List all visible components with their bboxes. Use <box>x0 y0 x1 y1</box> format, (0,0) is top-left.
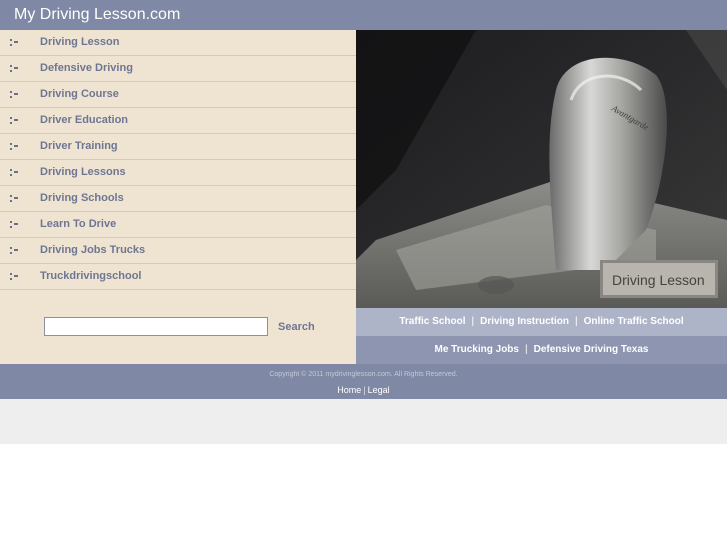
related-links-row2: Me Trucking Jobs | Defensive Driving Texas <box>356 336 727 364</box>
sidebar-item-label[interactable]: Driving Lessons <box>40 166 126 178</box>
link-separator: | <box>524 344 528 355</box>
sidebar-item-driving-lesson[interactable]: Driving Lesson <box>0 30 356 56</box>
sidebar-item-label[interactable]: Driving Lesson <box>40 36 119 48</box>
dot-grid-icon <box>10 65 18 72</box>
dot-grid-icon <box>10 221 18 228</box>
footer-separator: | <box>363 385 366 395</box>
sidebar-item-driving-lessons[interactable]: Driving Lessons <box>0 160 356 186</box>
search-input[interactable] <box>44 317 268 336</box>
sidebar-item-driver-training[interactable]: Driver Training <box>0 134 356 160</box>
bottom-band <box>0 399 727 444</box>
dot-grid-icon <box>10 195 18 202</box>
hero-caption-text: Driving Lesson <box>612 272 705 288</box>
sidebar-item-label[interactable]: Driving Schools <box>40 192 124 204</box>
link-online-traffic-school[interactable]: Online Traffic School <box>584 316 684 327</box>
hero-caption: Driving Lesson <box>600 260 718 298</box>
sidebar-item-driver-education[interactable]: Driver Education <box>0 108 356 134</box>
related-links-row1: Traffic School | Driving Instruction | Onlin… <box>356 308 727 336</box>
hero-image: Avantgarde Driving Lesson <box>356 30 727 308</box>
footer-link-legal[interactable]: Legal <box>368 385 390 395</box>
link-separator: | <box>471 316 475 327</box>
site-title[interactable]: My Driving Lesson.com <box>14 6 180 24</box>
sidebar-item-label[interactable]: Driving Course <box>40 88 119 100</box>
sidebar-item-learn-to-drive[interactable]: Learn To Drive <box>0 212 356 238</box>
dot-grid-icon <box>10 169 18 176</box>
footer-links: Home | Legal <box>0 385 727 395</box>
dot-grid-icon <box>10 247 18 254</box>
footer-link-home[interactable]: Home <box>337 385 361 395</box>
dot-grid-icon <box>10 117 18 124</box>
sidebar-item-label[interactable]: Driver Training <box>40 140 118 152</box>
link-traffic-school[interactable]: Traffic School <box>399 316 465 327</box>
dot-grid-icon <box>10 273 18 280</box>
sidebar: Driving Lesson Defensive Driving Driving… <box>0 30 356 364</box>
sidebar-item-label[interactable]: Defensive Driving <box>40 62 133 74</box>
dot-grid-icon <box>10 39 18 46</box>
sidebar-item-label[interactable]: Driving Jobs Trucks <box>40 244 145 256</box>
dot-grid-icon <box>10 91 18 98</box>
link-separator: | <box>575 316 578 327</box>
link-defensive-driving-texas[interactable]: Defensive Driving Texas <box>534 344 649 355</box>
sidebar-item-label[interactable]: Learn To Drive <box>40 218 116 230</box>
sidebar-item-label[interactable]: Driver Education <box>40 114 128 126</box>
dot-grid-icon <box>10 143 18 150</box>
sidebar-item-label[interactable]: Truckdrivingschool <box>40 270 141 282</box>
search-button[interactable]: Search <box>278 321 315 333</box>
copyright-text: Copyright © 2011 mydrivinglesson.com. Al… <box>269 371 458 378</box>
site-header: My Driving Lesson.com <box>0 0 727 30</box>
sidebar-item-driving-jobs-trucks[interactable]: Driving Jobs Trucks <box>0 238 356 264</box>
sidebar-item-driving-course[interactable]: Driving Course <box>0 82 356 108</box>
sidebar-item-driving-schools[interactable]: Driving Schools <box>0 186 356 212</box>
link-driving-instruction[interactable]: Driving Instruction <box>480 316 569 327</box>
site-footer: Copyright © 2011 mydrivinglesson.com. Al… <box>0 364 727 399</box>
sidebar-item-truckdrivingschool[interactable]: Truckdrivingschool <box>0 264 356 290</box>
link-me-trucking-jobs[interactable]: Me Trucking Jobs <box>435 344 519 355</box>
sidebar-item-defensive-driving[interactable]: Defensive Driving <box>0 56 356 82</box>
